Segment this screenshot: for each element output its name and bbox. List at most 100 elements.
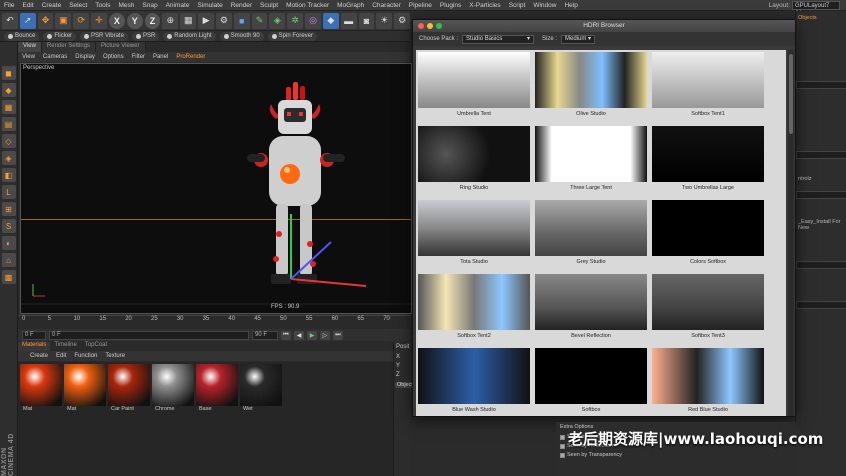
tab-objects[interactable]: Objects <box>796 15 846 23</box>
workplane-icon[interactable]: ▤ <box>1 117 16 131</box>
material-swatch[interactable]: Mat <box>20 364 62 414</box>
play-icon[interactable]: ▶ <box>307 330 317 340</box>
scale-icon[interactable]: ▣ <box>55 12 72 29</box>
rotate-icon[interactable]: ⟳ <box>73 12 90 29</box>
script-icon[interactable]: ⚙ <box>394 12 411 29</box>
menu-item[interactable]: Snap <box>138 2 161 9</box>
menu-item[interactable]: Mesh <box>114 2 138 9</box>
z-axis-icon[interactable]: Z <box>144 12 161 29</box>
make-editable-icon[interactable]: ◼ <box>1 66 16 80</box>
menu-item[interactable]: Select <box>65 2 91 9</box>
prev-frame-icon[interactable]: ◀ <box>294 330 304 340</box>
tab-view[interactable]: View <box>18 42 42 52</box>
hdri-thumbnail[interactable]: Tota Studio <box>418 200 530 270</box>
hdri-thumbnail[interactable]: Umbrella Tent <box>418 52 530 122</box>
menu-item[interactable]: Animate <box>162 2 194 9</box>
menu-item[interactable]: Character <box>368 2 405 9</box>
x-axis-icon[interactable]: X <box>108 12 125 29</box>
vp-menu-view[interactable]: View <box>22 54 35 60</box>
attr-field[interactable] <box>796 191 846 199</box>
size-select[interactable]: Medium ▾ <box>561 34 596 44</box>
attr-field[interactable] <box>796 301 846 309</box>
hdri-thumbnail[interactable]: Olive Studio <box>535 52 647 122</box>
prorender-preset-button[interactable]: PSR Vibrate <box>80 31 128 41</box>
hdri-scrollbar[interactable] <box>788 50 794 416</box>
goto-start-icon[interactable]: ⏮ <box>281 330 291 340</box>
planar-icon[interactable]: ⌂ <box>1 253 16 267</box>
vp-menu-cameras[interactable]: Cameras <box>43 54 67 60</box>
menu-item[interactable]: Pipeline <box>405 2 436 9</box>
prorender-preset-button[interactable]: Flicker <box>43 31 77 41</box>
y-axis-icon[interactable]: Y <box>126 12 143 29</box>
hdri-thumbnail[interactable]: Two Umbrellas Large <box>652 126 764 196</box>
vp-menu-display[interactable]: Display <box>75 54 95 60</box>
deformer-icon[interactable]: ◎ <box>305 12 321 29</box>
menu-item[interactable]: Window <box>529 2 560 9</box>
mat-menu-function[interactable]: Function <box>74 353 97 359</box>
pen-icon[interactable]: ✎ <box>251 12 268 29</box>
next-frame-icon[interactable]: ▷ <box>320 330 330 340</box>
hdri-thumbnail[interactable]: Softbox Tent3 <box>652 274 764 344</box>
axis-mode-icon[interactable]: L <box>1 185 16 199</box>
tab-render-settings[interactable]: Render Settings <box>41 42 96 52</box>
prorender-preset-button[interactable]: Spin Forever <box>267 31 318 41</box>
menu-item[interactable]: Motion Tracker <box>282 2 333 9</box>
seen-by-transparency-option[interactable]: Seen by Transparency <box>560 452 622 458</box>
goto-end-icon[interactable]: ⏭ <box>333 330 343 340</box>
hdri-title-bar[interactable]: HDRI Browser <box>413 20 795 32</box>
coord-icon[interactable]: ✛ <box>91 12 107 29</box>
menu-item[interactable]: MoGraph <box>333 2 368 9</box>
snapping-icon[interactable]: ⊞ <box>1 202 16 216</box>
prorender-preset-button[interactable]: Random Light <box>163 31 216 41</box>
edges-mode-icon[interactable]: ◈ <box>1 151 16 165</box>
attr-field[interactable] <box>796 81 846 89</box>
hdri-thumbnail[interactable]: Softbox <box>535 348 647 416</box>
render-region-icon[interactable]: ▦ <box>180 12 197 29</box>
hdri-thumbnail[interactable]: Softbox Tent1 <box>652 52 764 122</box>
tab-topcoat[interactable]: TopCoat <box>81 342 111 351</box>
menu-item[interactable]: Simulate <box>193 2 226 9</box>
prorender-preset-button[interactable]: Smooth 90 <box>219 31 264 41</box>
menu-item[interactable]: Render <box>227 2 256 9</box>
world-coord-icon[interactable]: ⊕ <box>162 12 179 29</box>
tab-materials[interactable]: Materials <box>18 342 51 351</box>
checkbox[interactable] <box>560 443 565 449</box>
mat-menu-texture[interactable]: Texture <box>105 353 125 359</box>
attr-field[interactable] <box>796 261 846 269</box>
mat-menu-edit[interactable]: Edit <box>56 353 66 359</box>
checkbox[interactable] <box>560 452 565 458</box>
hdri-thumbnail[interactable]: Ring Studio <box>418 126 530 196</box>
material-swatch[interactable]: Mat <box>64 364 106 414</box>
subdivide-icon[interactable]: ◈ <box>269 12 286 29</box>
camera-icon[interactable]: ◙ <box>358 12 375 29</box>
layout-select[interactable]: GPULayout7 (User) <box>792 1 840 17</box>
hdri-thumbnail[interactable]: Blue Wash Studio <box>418 348 530 416</box>
render-view-icon[interactable]: ▶ <box>198 12 214 29</box>
grid-icon[interactable]: ▩ <box>1 270 16 284</box>
vp-menu-prorender[interactable]: ProRender <box>176 54 205 60</box>
tag-icon[interactable]: ◆ <box>322 12 339 29</box>
menu-item[interactable]: Plugins <box>436 2 465 9</box>
close-icon[interactable] <box>418 23 424 29</box>
mat-menu-create[interactable]: Create <box>30 353 48 359</box>
tab-timeline[interactable]: Timeline <box>50 342 80 351</box>
hdri-thumbnail[interactable]: Bevel Reflection <box>535 274 647 344</box>
menu-item[interactable]: File <box>0 2 18 9</box>
pack-select[interactable]: Studio Basics ▾ <box>462 34 535 44</box>
menu-item[interactable]: Sculpt <box>256 2 282 9</box>
menu-item[interactable]: Help <box>560 2 581 9</box>
vp-menu-options[interactable]: Options <box>103 54 124 60</box>
hdri-thumbnail[interactable]: Grey Studio <box>535 200 647 270</box>
minimize-icon[interactable] <box>427 23 433 29</box>
menu-item[interactable]: X-Particles <box>465 2 504 9</box>
hdri-thumbnail[interactable]: Red Blue Studio <box>652 348 764 416</box>
move-icon[interactable]: ✥ <box>37 12 54 29</box>
hdri-thumbnail[interactable]: Three Large Tent <box>535 126 647 196</box>
timeline-ruler[interactable]: 0 5 10 15 20 25 30 35 40 45 50 55 60 65 70 <box>18 315 410 329</box>
tab-picture-viewer[interactable]: Picture Viewer <box>95 42 146 52</box>
undo-icon[interactable]: ↶ <box>2 12 18 29</box>
3d-viewport[interactable]: Perspective FPS: 90.9 <box>20 63 412 314</box>
floor-icon[interactable]: ▬ <box>340 12 357 29</box>
workplane-lock-icon[interactable]: ◐ <box>1 236 16 250</box>
select-icon[interactable]: ➚ <box>19 12 36 29</box>
